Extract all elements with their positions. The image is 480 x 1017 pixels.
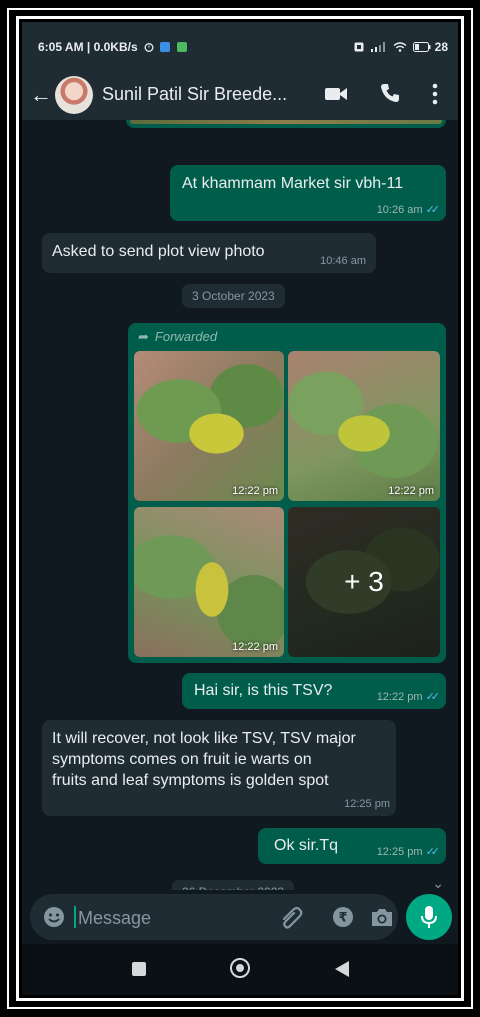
- message-incoming[interactable]: It will recover, not look like TSV, TSV …: [42, 720, 396, 816]
- back-button[interactable]: [334, 960, 350, 978]
- more-photos-count: + 3: [288, 507, 440, 657]
- chat-header: ← Sunil Patil Sir Breede...: [22, 68, 458, 120]
- voice-call-icon[interactable]: [380, 83, 400, 103]
- status-bar: 6:05 AM | 0.0KB/s 28: [22, 22, 458, 68]
- album-photo[interactable]: 12:22 pm: [288, 351, 440, 501]
- composer-bar: ₹: [22, 890, 458, 944]
- message-time: 12:25 pm: [376, 846, 423, 858]
- signal-icon: [370, 42, 385, 52]
- read-receipt-icon: ✓✓: [425, 204, 441, 216]
- message-incoming[interactable]: Asked to send plot view photo 10:46 am: [42, 233, 376, 273]
- network-speed: 0.0KB/s: [93, 40, 138, 54]
- recents-button[interactable]: [132, 962, 146, 976]
- album-photo[interactable]: 12:22 pm: [134, 507, 284, 657]
- message-meta: 10:26 am ✓✓: [376, 203, 441, 216]
- battery-icon: [413, 42, 431, 52]
- chat-area[interactable]: At khammam Market sir vbh-11 10:26 am ✓✓ …: [22, 120, 458, 890]
- message-input-container: ₹: [30, 894, 398, 940]
- message-text: Hai sir, is this TSV?: [194, 682, 333, 699]
- scroll-down-icon[interactable]: ⌄⌄: [432, 875, 444, 890]
- wifi-icon: [393, 42, 407, 52]
- screenshot-frame: 6:05 AM | 0.0KB/s 28 ← Sunil Patil Sir B…: [0, 0, 480, 1017]
- video-call-icon[interactable]: [324, 85, 348, 103]
- nfc-icon: [354, 42, 364, 52]
- home-button-dot: [236, 964, 244, 972]
- album-more-photos[interactable]: + 3: [288, 507, 440, 657]
- status-left: 6:05 AM | 0.0KB/s: [38, 40, 187, 54]
- forward-icon: ➦: [138, 329, 149, 344]
- message-meta: 12:22 pm ✓✓: [376, 690, 441, 703]
- message-input[interactable]: [76, 902, 240, 934]
- message-outgoing[interactable]: At khammam Market sir vbh-11 10:26 am ✓✓: [170, 165, 446, 221]
- message-time: 10:26 am: [376, 204, 423, 216]
- back-arrow-icon[interactable]: ←: [30, 82, 52, 108]
- date-separator: 3 October 2023: [182, 284, 285, 308]
- previous-image-bubble[interactable]: [126, 120, 446, 128]
- album-photo[interactable]: 12:22 pm: [134, 351, 284, 501]
- forwarded-album-bubble[interactable]: ➦ Forwarded 12:22 pm 12:22 pm 12:22 pm + …: [128, 323, 446, 663]
- message-outgoing[interactable]: Ok sir.Tq 12:25 pm ✓✓: [258, 828, 446, 864]
- system-navigation-bar: [22, 944, 458, 995]
- contact-name[interactable]: Sunil Patil Sir Breede...: [102, 84, 312, 105]
- message-text: At khammam Market sir vbh-11: [182, 175, 404, 192]
- photo-time: 12:22 pm: [232, 641, 278, 653]
- emoji-icon[interactable]: [42, 905, 66, 929]
- more-vert-icon[interactable]: [432, 83, 438, 105]
- message-time: 10:46 am: [320, 255, 366, 267]
- forwarded-label: ➦ Forwarded: [138, 329, 218, 344]
- status-right: 28: [351, 40, 448, 54]
- phone-screen: 6:05 AM | 0.0KB/s 28 ← Sunil Patil Sir B…: [22, 22, 458, 995]
- camera-icon[interactable]: [370, 906, 394, 928]
- app-notification-icon: [160, 42, 171, 52]
- rupee-payment-icon[interactable]: ₹: [332, 906, 354, 928]
- message-notification-icon: [176, 42, 187, 52]
- date-separator: 26 December 2023: [172, 880, 295, 890]
- message-outgoing[interactable]: Hai sir, is this TSV? 12:22 pm ✓✓: [182, 673, 446, 709]
- voice-message-button[interactable]: [406, 894, 452, 940]
- status-time: 6:05 AM: [38, 40, 84, 54]
- mic-icon: [421, 906, 437, 928]
- message-text: It will recover, not look like TSV, TSV …: [52, 730, 356, 789]
- message-text: Asked to send plot view photo: [52, 243, 265, 260]
- battery-level: 28: [434, 40, 448, 54]
- read-receipt-icon: ✓✓: [425, 691, 441, 703]
- message-text: Ok sir.Tq: [274, 837, 339, 854]
- message-time: 12:25 pm: [344, 798, 390, 810]
- svg-text:₹: ₹: [338, 911, 347, 926]
- previous-image-strip: [130, 120, 442, 124]
- photo-time: 12:22 pm: [232, 485, 278, 497]
- avatar[interactable]: [55, 76, 93, 114]
- home-button[interactable]: [230, 958, 250, 978]
- message-time: 12:22 pm: [376, 691, 423, 703]
- attach-icon[interactable]: [280, 907, 304, 929]
- photo-time: 12:22 pm: [388, 485, 434, 497]
- alarm-icon: [144, 43, 154, 52]
- read-receipt-icon: ✓✓: [425, 846, 441, 858]
- message-meta: 12:25 pm ✓✓: [376, 845, 441, 858]
